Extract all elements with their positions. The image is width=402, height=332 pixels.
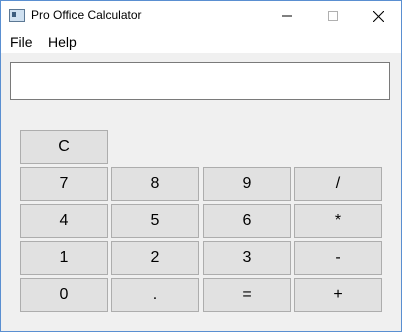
digit-0-button[interactable]: 0 (20, 278, 108, 312)
menu-bar: File Help (1, 31, 401, 53)
digit-2-button[interactable]: 2 (111, 241, 199, 275)
digit-9-button[interactable]: 9 (203, 167, 291, 201)
multiply-button[interactable]: * (294, 204, 382, 238)
minimize-button[interactable] (264, 1, 310, 31)
digit-3-button[interactable]: 3 (203, 241, 291, 275)
digit-7-button[interactable]: 7 (20, 167, 108, 201)
minus-button[interactable]: - (294, 241, 382, 275)
window-title: Pro Office Calculator (31, 8, 142, 22)
maximize-icon (328, 11, 338, 21)
clear-button[interactable]: C (20, 130, 108, 164)
digit-1-button[interactable]: 1 (20, 241, 108, 275)
digit-5-button[interactable]: 5 (111, 204, 199, 238)
title-bar[interactable]: Pro Office Calculator (1, 1, 401, 31)
equals-button[interactable]: = (203, 278, 291, 312)
calculator-display[interactable] (10, 62, 390, 100)
menu-help[interactable]: Help (48, 34, 77, 50)
menu-file[interactable]: File (10, 34, 33, 50)
app-window-icon (9, 9, 25, 22)
digit-8-button[interactable]: 8 (111, 167, 199, 201)
digit-6-button[interactable]: 6 (203, 204, 291, 238)
plus-button[interactable]: + (294, 278, 382, 312)
close-button[interactable] (355, 1, 401, 31)
divide-button[interactable]: / (294, 167, 382, 201)
calculator-window: Pro Office Calculator File Help C 7 8 9 … (0, 0, 402, 332)
digit-4-button[interactable]: 4 (20, 204, 108, 238)
maximize-button[interactable] (310, 1, 356, 31)
close-icon (372, 10, 384, 22)
decimal-point-button[interactable]: . (111, 278, 199, 312)
minimize-icon (282, 15, 292, 17)
